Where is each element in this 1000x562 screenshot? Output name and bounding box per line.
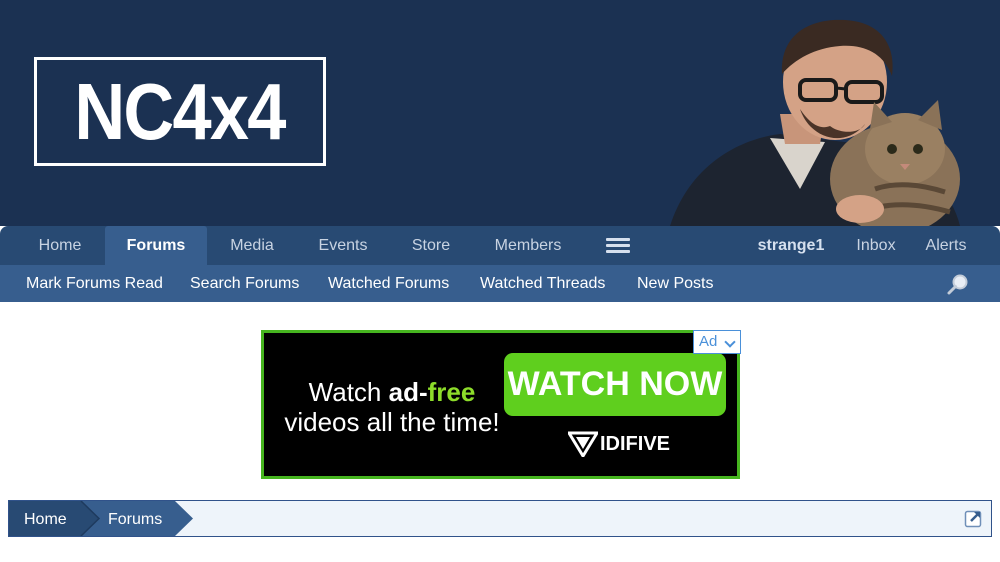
watched-forums-link[interactable]: Watched Forums: [328, 265, 449, 302]
ad-line1-free: free: [427, 377, 476, 407]
ad-line1-pre: Watch: [308, 377, 389, 407]
ad-brand-logo: IDIFIVE: [568, 430, 670, 458]
ad-brand-text: IDIFIVE: [600, 433, 671, 455]
breadcrumb-forums[interactable]: Forums: [108, 511, 162, 528]
watched-threads-link[interactable]: Watched Threads: [480, 265, 605, 302]
video-ad-banner[interactable]: Watch ad-free videos all the time! WATCH…: [261, 330, 741, 479]
ad-choices-badge[interactable]: Ad: [693, 330, 741, 354]
tab-forums[interactable]: Forums: [105, 226, 207, 265]
tab-home[interactable]: Home: [16, 226, 104, 265]
inbox-link[interactable]: Inbox: [848, 226, 904, 265]
watch-now-button[interactable]: WATCH NOW: [504, 353, 726, 416]
user-account-link[interactable]: strange1: [750, 226, 832, 265]
header-portrait-image: [670, 19, 960, 226]
new-posts-link[interactable]: New Posts: [637, 265, 713, 302]
forums-subnav: Mark Forums Read Search Forums Watched F…: [0, 265, 1000, 302]
search-icon[interactable]: [946, 272, 970, 296]
breadcrumb-home[interactable]: Home: [24, 511, 67, 528]
ad-line1-bold: ad-: [388, 377, 428, 407]
jump-to-icon[interactable]: [964, 508, 984, 528]
hamburger-icon[interactable]: [606, 238, 630, 254]
mark-forums-read-link[interactable]: Mark Forums Read: [26, 265, 163, 302]
ad-badge-label: Ad: [699, 333, 718, 350]
search-forums-link[interactable]: Search Forums: [190, 265, 299, 302]
breadcrumb: Home Forums: [8, 500, 992, 537]
alerts-link[interactable]: Alerts: [918, 226, 974, 265]
tab-media[interactable]: Media: [212, 226, 292, 265]
tab-store[interactable]: Store: [394, 226, 468, 265]
ad-line2: videos all the time!: [284, 407, 500, 437]
tab-members[interactable]: Members: [480, 226, 576, 265]
breadcrumb-trail: Home Forums: [9, 501, 193, 536]
site-header: NC4x4: [0, 0, 1000, 226]
chevron-down-icon: [724, 336, 736, 348]
ad-tagline: Watch ad-free videos all the time!: [282, 377, 502, 437]
site-logo[interactable]: NC4x4: [34, 57, 326, 166]
tab-events[interactable]: Events: [300, 226, 386, 265]
vidifive-logo-icon: [568, 431, 598, 457]
main-nav: Home Forums Media Events Store Members s…: [0, 226, 1000, 265]
logo-text: NC4x4: [74, 66, 287, 156]
